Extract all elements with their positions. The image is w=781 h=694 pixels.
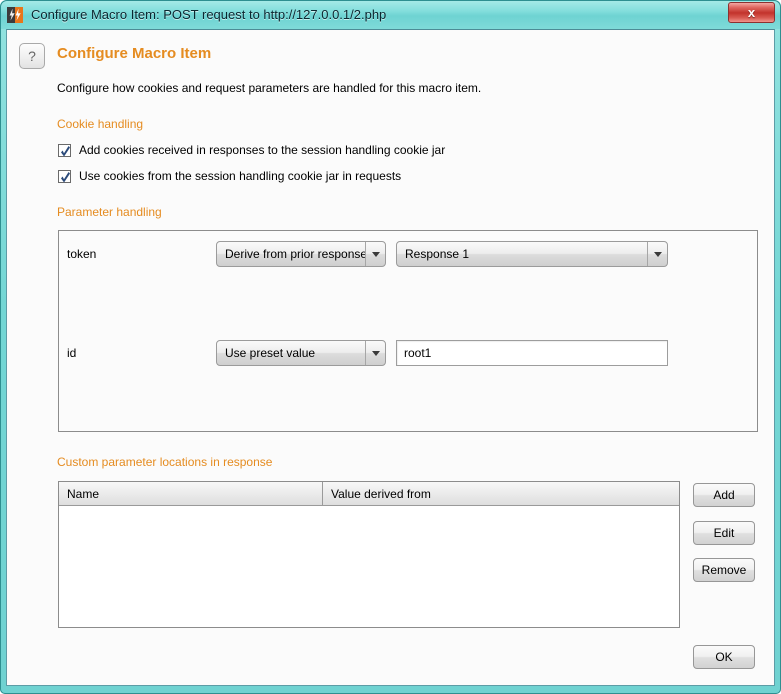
section-label-cookie-handling: Cookie handling xyxy=(57,117,143,131)
help-icon[interactable]: ? xyxy=(19,43,45,69)
table-column-header-value-derived-from[interactable]: Value derived from xyxy=(323,482,679,505)
table-body[interactable] xyxy=(59,506,679,627)
ok-button[interactable]: OK xyxy=(693,645,755,669)
dropdown-id-mode-value: Use preset value xyxy=(217,346,365,360)
page-description: Configure how cookies and request parame… xyxy=(57,81,481,95)
dropdown-id-mode[interactable]: Use preset value xyxy=(216,340,386,366)
checkbox-use-cookies-from-jar-label: Use cookies from the session handling co… xyxy=(79,169,401,183)
dialog-window: Configure Macro Item: POST request to ht… xyxy=(0,0,781,694)
custom-locations-table: Name Value derived from xyxy=(58,481,680,628)
burp-suite-icon xyxy=(7,7,23,23)
checkbox-use-cookies-from-jar[interactable]: Use cookies from the session handling co… xyxy=(58,169,401,183)
window-title: Configure Macro Item: POST request to ht… xyxy=(31,7,386,22)
dropdown-token-mode[interactable]: Derive from prior response xyxy=(216,241,386,267)
parameter-name-id: id xyxy=(67,346,76,360)
chevron-down-icon[interactable] xyxy=(365,242,385,266)
dropdown-token-source[interactable]: Response 1 xyxy=(396,241,668,267)
checkbox-add-cookies-to-jar-box[interactable] xyxy=(58,144,71,157)
close-button[interactable]: x xyxy=(728,2,775,23)
section-label-parameter-handling: Parameter handling xyxy=(57,205,162,219)
parameter-name-token: token xyxy=(67,247,96,261)
add-button[interactable]: Add xyxy=(693,483,755,507)
chevron-down-icon[interactable] xyxy=(647,242,667,266)
parameter-handling-panel: token Derive from prior response Respons… xyxy=(58,230,758,432)
dropdown-token-source-value: Response 1 xyxy=(397,247,647,261)
title-bar[interactable]: Configure Macro Item: POST request to ht… xyxy=(0,0,781,29)
chevron-down-icon[interactable] xyxy=(365,341,385,365)
input-id-preset-value[interactable]: root1 xyxy=(396,340,668,366)
section-label-custom-locations: Custom parameter locations in response xyxy=(57,455,272,469)
checkbox-add-cookies-to-jar[interactable]: Add cookies received in responses to the… xyxy=(58,143,445,157)
page-title: Configure Macro Item xyxy=(57,45,211,62)
table-column-header-name[interactable]: Name xyxy=(59,482,323,505)
checkbox-use-cookies-from-jar-box[interactable] xyxy=(58,170,71,183)
edit-button[interactable]: Edit xyxy=(693,521,755,545)
dropdown-token-mode-value: Derive from prior response xyxy=(217,247,365,261)
checkbox-add-cookies-to-jar-label: Add cookies received in responses to the… xyxy=(79,143,445,157)
table-header-row: Name Value derived from xyxy=(59,482,679,506)
remove-button[interactable]: Remove xyxy=(693,558,755,582)
